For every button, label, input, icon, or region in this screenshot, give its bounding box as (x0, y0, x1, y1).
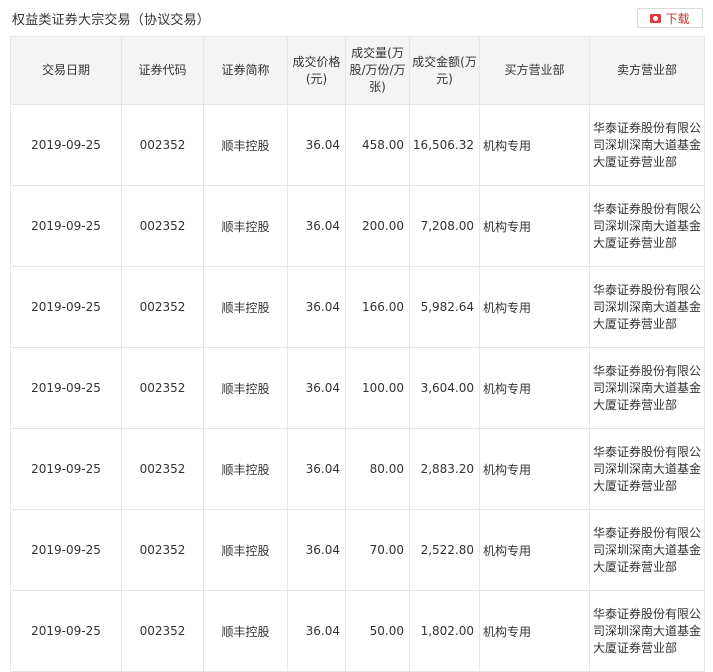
cell-amount: 2,522.80 (409, 509, 480, 591)
cell-price: 36.04 (287, 266, 346, 348)
cell-amount: 1,802.00 (409, 590, 480, 672)
cell-seller: 华泰证券股份有限公司深圳深南大道基金大厦证券营业部 (589, 347, 705, 429)
col-header-price: 成交价格(元) (287, 36, 346, 105)
cell-seller: 华泰证券股份有限公司深圳深南大道基金大厦证券营业部 (589, 428, 705, 510)
cell-price: 36.04 (287, 428, 346, 510)
cell-date: 2019-09-25 (10, 347, 122, 429)
cell-code: 002352 (121, 347, 204, 429)
cell-volume: 80.00 (345, 428, 410, 510)
table-header-row: 交易日期 证券代码 证券简称 成交价格(元) 成交量(万股/万份/万张) 成交金… (10, 36, 705, 105)
cell-code: 002352 (121, 428, 204, 510)
cell-price: 36.04 (287, 590, 346, 672)
cell-amount: 7,208.00 (409, 185, 480, 267)
table-row: 2019-09-25 002352 顺丰控股 36.04 70.00 2,522.80 机构… (10, 509, 705, 591)
cell-seller: 华泰证券股份有限公司深圳深南大道基金大厦证券营业部 (589, 185, 705, 267)
col-header-code: 证券代码 (121, 36, 204, 105)
cell-code: 002352 (121, 185, 204, 267)
table-row: 2019-09-25 002352 顺丰控股 36.04 458.00 16,506.32… (10, 104, 705, 186)
cell-price: 36.04 (287, 185, 346, 267)
cell-volume: 100.00 (345, 347, 410, 429)
cell-amount: 2,883.20 (409, 428, 480, 510)
cell-buyer: 机构专用 (479, 347, 590, 429)
cell-volume: 458.00 (345, 104, 410, 186)
cell-price: 36.04 (287, 509, 346, 591)
cell-volume: 200.00 (345, 185, 410, 267)
cell-price: 36.04 (287, 104, 346, 186)
cell-price: 36.04 (287, 347, 346, 429)
cell-code: 002352 (121, 590, 204, 672)
download-button[interactable]: 下载 (637, 8, 703, 28)
table-row: 2019-09-25 002352 顺丰控股 36.04 200.00 7,208.00 机… (10, 185, 705, 267)
cell-seller: 华泰证券股份有限公司深圳深南大道基金大厦证券营业部 (589, 104, 705, 186)
cell-code: 002352 (121, 266, 204, 348)
col-header-volume: 成交量(万股/万份/万张) (345, 36, 410, 105)
cell-code: 002352 (121, 104, 204, 186)
download-icon (650, 13, 662, 23)
cell-date: 2019-09-25 (10, 590, 122, 672)
block-trade-table: 交易日期 证券代码 证券简称 成交价格(元) 成交量(万股/万份/万张) 成交金… (10, 36, 705, 672)
col-header-buyer: 买方营业部 (479, 36, 590, 105)
download-label: 下载 (665, 11, 690, 26)
cell-buyer: 机构专用 (479, 185, 590, 267)
page-title: 权益类证券大宗交易（协议交易） (12, 13, 211, 28)
cell-amount: 16,506.32 (409, 104, 480, 186)
cell-buyer: 机构专用 (479, 266, 590, 348)
cell-buyer: 机构专用 (479, 509, 590, 591)
col-header-seller: 卖方营业部 (589, 36, 705, 105)
cell-volume: 50.00 (345, 590, 410, 672)
cell-seller: 华泰证券股份有限公司深圳深南大道基金大厦证券营业部 (589, 266, 705, 348)
cell-name: 顺丰控股 (203, 266, 288, 348)
cell-name: 顺丰控股 (203, 185, 288, 267)
table-row: 2019-09-25 002352 顺丰控股 36.04 166.00 5,982.64 机… (10, 266, 705, 348)
cell-amount: 3,604.00 (409, 347, 480, 429)
cell-date: 2019-09-25 (10, 185, 122, 267)
cell-buyer: 机构专用 (479, 104, 590, 186)
cell-volume: 166.00 (345, 266, 410, 348)
cell-seller: 华泰证券股份有限公司深圳深南大道基金大厦证券营业部 (589, 590, 705, 672)
cell-seller: 华泰证券股份有限公司深圳深南大道基金大厦证券营业部 (589, 509, 705, 591)
cell-date: 2019-09-25 (10, 428, 122, 510)
cell-amount: 5,982.64 (409, 266, 480, 348)
cell-buyer: 机构专用 (479, 428, 590, 510)
cell-name: 顺丰控股 (203, 590, 288, 672)
cell-volume: 70.00 (345, 509, 410, 591)
col-header-date: 交易日期 (10, 36, 122, 105)
cell-code: 002352 (121, 509, 204, 591)
cell-buyer: 机构专用 (479, 590, 590, 672)
table-row: 2019-09-25 002352 顺丰控股 36.04 50.00 1,802.00 机构… (10, 590, 705, 672)
cell-date: 2019-09-25 (10, 266, 122, 348)
table-row: 2019-09-25 002352 顺丰控股 36.04 80.00 2,883.20 机构… (10, 428, 705, 510)
col-header-amount: 成交金额(万元) (409, 36, 480, 105)
table-row: 2019-09-25 002352 顺丰控股 36.04 100.00 3,604.00 机… (10, 347, 705, 429)
cell-name: 顺丰控股 (203, 104, 288, 186)
page-header: 权益类证券大宗交易（协议交易） 下载 (0, 0, 713, 36)
cell-name: 顺丰控股 (203, 347, 288, 429)
cell-date: 2019-09-25 (10, 104, 122, 186)
cell-date: 2019-09-25 (10, 509, 122, 591)
col-header-name: 证券简称 (203, 36, 288, 105)
cell-name: 顺丰控股 (203, 428, 288, 510)
cell-name: 顺丰控股 (203, 509, 288, 591)
